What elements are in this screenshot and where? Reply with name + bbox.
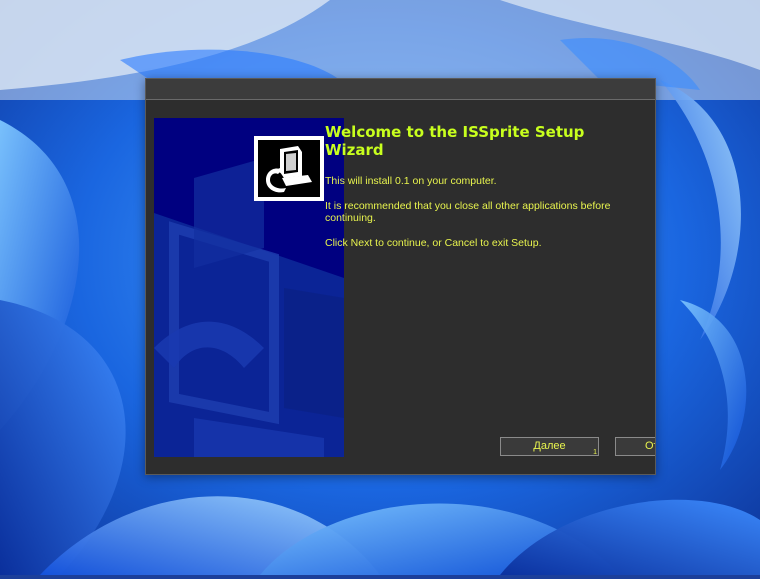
wizard-content: Welcome to the ISSprite Setup Wizard Thi…: [325, 123, 645, 262]
setup-wizard-dialog: Welcome to the ISSprite Setup Wizard Thi…: [145, 78, 656, 475]
wizard-title: Welcome to the ISSprite Setup Wizard: [325, 123, 585, 159]
installer-computer-icon: [258, 140, 320, 197]
setup-logo: [254, 136, 324, 201]
dialog-titlebar[interactable]: [146, 79, 655, 100]
cancel-button-label: От: [645, 440, 655, 452]
next-button-label: Далее: [533, 440, 566, 452]
recommendation-text: It is recommended that you close all oth…: [325, 200, 611, 224]
next-button[interactable]: Далее 1: [500, 437, 599, 456]
install-info-text: This will install 0.1 on your computer.: [325, 175, 497, 187]
instruction-text: Click Next to continue, or Cancel to exi…: [325, 237, 542, 249]
next-button-badge: 1: [593, 449, 597, 456]
cancel-button[interactable]: От: [615, 437, 655, 456]
